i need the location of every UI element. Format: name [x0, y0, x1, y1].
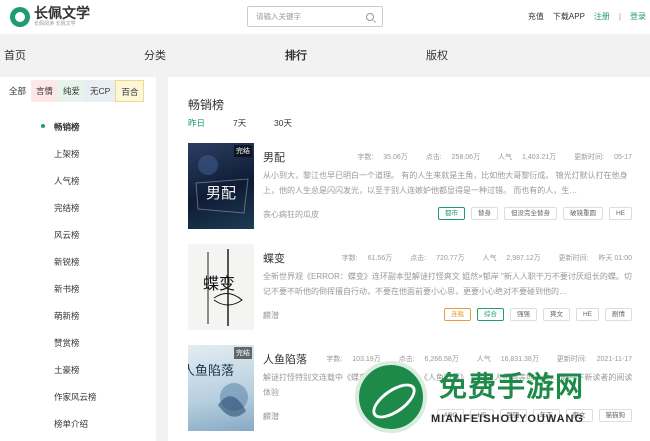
book-item[interactable]: 蝶变 蝶变 字数: 61.56万 点击: 720.77万 人气 2,987.12… — [188, 244, 650, 332]
book-tags: 连载 综合 强强 爽文 HE 剧情 — [438, 308, 632, 321]
rank-item[interactable]: 榜单介绍 — [54, 418, 88, 430]
tag[interactable]: 强强 — [509, 308, 537, 321]
book-item[interactable]: 男配 完结 男配 字数: 35.06万 点击: 258.06万 人气 1,403… — [188, 143, 650, 231]
tag[interactable]: 替身 — [470, 207, 498, 220]
finished-badge: 完结 — [234, 145, 252, 157]
book-title[interactable]: 蝶变 — [263, 250, 285, 266]
search-input[interactable]: 请输入关键字 — [247, 6, 383, 27]
site-logo[interactable]: 长佩文学 长佩阅读·长佩文学 — [10, 6, 90, 27]
cover-art: 蝶变 — [203, 249, 243, 326]
cover-title-text: 蝶变 — [203, 274, 235, 293]
book-description: 全新世界观《ERROR：蝶变》连环副本型解谜打怪爽文 姐然×郁岸 "新人人职干万… — [263, 272, 632, 296]
download-app-link[interactable]: 下载APP — [553, 11, 585, 22]
book-title[interactable]: 人鱼陷落 — [263, 351, 307, 367]
rank-item[interactable]: 上架榜 — [54, 148, 80, 160]
word-count: 字数: 61.56万 — [341, 255, 393, 262]
category-tabs: 全部 言情 纯爱 无CP 百合 — [4, 80, 156, 102]
main-nav: 首页 分类 排行 版权 — [0, 38, 650, 68]
rank-item[interactable]: 新书榜 — [54, 283, 80, 295]
tag[interactable]: HE — [608, 207, 632, 220]
tag[interactable]: 都市 — [437, 207, 465, 220]
book-cover[interactable]: 男配 完结 — [188, 143, 254, 229]
rank-item[interactable]: 完结榜 — [54, 202, 80, 214]
tag[interactable]: 连载 — [443, 308, 471, 321]
rank-sidebar: 全部 言情 纯爱 无CP 百合 畅销榜 上架榜 人气榜 完结榜 风云榜 新锐榜 … — [0, 77, 156, 441]
rank-item[interactable]: 人气榜 — [54, 175, 80, 187]
rank-item[interactable]: 作家风云榜 — [54, 391, 97, 403]
book-title[interactable]: 男配 — [263, 149, 285, 165]
register-link[interactable]: 注册 — [594, 11, 610, 22]
watermark-logo-icon — [355, 361, 427, 433]
logo-icon — [10, 6, 30, 27]
logo-title: 长佩文学 — [34, 5, 90, 21]
tag[interactable]: 爽文 — [542, 308, 570, 321]
update-time: 更新时间: 05-17 — [574, 154, 632, 161]
rank-item[interactable]: 风云榜 — [54, 229, 80, 241]
nav-ranking[interactable]: 排行 — [285, 47, 307, 63]
tab-yesterday[interactable]: 昨日 — [188, 117, 205, 129]
logo-subtitle: 长佩阅读·长佩文学 — [34, 21, 76, 27]
cover-title-text: 人鱼陷落 — [188, 363, 234, 379]
nav-home[interactable]: 首页 — [4, 47, 26, 63]
page-title: 畅销榜 — [188, 98, 225, 112]
tab-30-days[interactable]: 30天 — [274, 117, 292, 129]
click-count: 点击: 720.77万 — [410, 255, 465, 262]
book-tags: 都市 替身 但没完全替身 破镜重圆 HE — [432, 207, 632, 220]
watermark-subtitle: MIANFEISHOUYOUWANG — [431, 413, 585, 425]
tab-bl[interactable]: 纯爱 — [58, 80, 86, 102]
popularity: 人气 2,987.12万 — [482, 255, 541, 262]
rank-item[interactable]: 萌新榜 — [54, 310, 80, 322]
link-separator: | — [618, 12, 621, 21]
book-cover[interactable]: 人鱼陷落 完结 — [188, 345, 254, 431]
tab-7-days[interactable]: 7天 — [233, 117, 246, 129]
nav-copyright[interactable]: 版权 — [426, 47, 448, 63]
book-stats: 字数: 35.06万 点击: 258.06万 人气 1,403.21万 更新时间… — [341, 152, 632, 162]
tab-romance[interactable]: 言情 — [31, 80, 59, 102]
recharge-link[interactable]: 充值 — [528, 11, 544, 22]
search-icon[interactable] — [366, 12, 374, 21]
nav-category[interactable]: 分类 — [144, 47, 166, 63]
top-header: 长佩文学 长佩阅读·长佩文学 请输入关键字 充值 下载APP 注册 | 登录 — [0, 0, 650, 34]
tag[interactable]: 但没完全替身 — [503, 207, 557, 220]
click-count: 点击: 258.06万 — [425, 154, 481, 161]
search-placeholder: 请输入关键字 — [256, 12, 301, 21]
tag[interactable]: 剧情 — [605, 308, 632, 321]
rank-item[interactable]: 新锐榜 — [54, 256, 80, 268]
book-cover[interactable]: 蝶变 — [188, 244, 254, 330]
book-author[interactable]: 麟潜 — [263, 411, 279, 422]
word-count: 字数: 35.06万 — [357, 154, 408, 161]
popularity: 人气 1,403.21万 — [498, 154, 557, 161]
tag[interactable]: 破镜重圆 — [562, 207, 603, 220]
tab-gl[interactable]: 百合 — [115, 80, 145, 102]
finished-badge: 完结 — [234, 347, 252, 359]
tab-all[interactable]: 全部 — [4, 80, 32, 102]
active-dot-icon — [41, 124, 45, 128]
book-description: 从小到大，黎江也早已明白一个道理。 有的人生来就是主角，比如他大哥黎衍成。 锦光… — [263, 171, 628, 195]
site-watermark: 免费手游网 MIANFEISHOUYOUWANG — [355, 355, 650, 441]
book-author[interactable]: 麟潜 — [263, 310, 279, 321]
tag[interactable]: 综合 — [476, 308, 504, 321]
book-stats: 字数: 61.56万 点击: 720.77万 人气 2,987.12万 更新时间… — [326, 253, 632, 263]
watermark-title: 免费手游网 — [439, 371, 585, 402]
rank-item[interactable]: 赞赏榜 — [54, 337, 80, 349]
rank-item-bestseller[interactable]: 畅销榜 — [41, 121, 80, 133]
tag[interactable]: HE — [575, 308, 599, 321]
book-author[interactable]: 丧心病狂的瓜皮 — [263, 209, 319, 220]
login-link[interactable]: 登录 — [630, 11, 646, 22]
rank-item[interactable]: 土豪榜 — [54, 364, 80, 376]
update-time: 更新时间: 昨天 01:00 — [558, 255, 632, 262]
cover-title-text: 男配 — [206, 184, 236, 202]
tab-no-cp[interactable]: 无CP — [85, 80, 116, 102]
